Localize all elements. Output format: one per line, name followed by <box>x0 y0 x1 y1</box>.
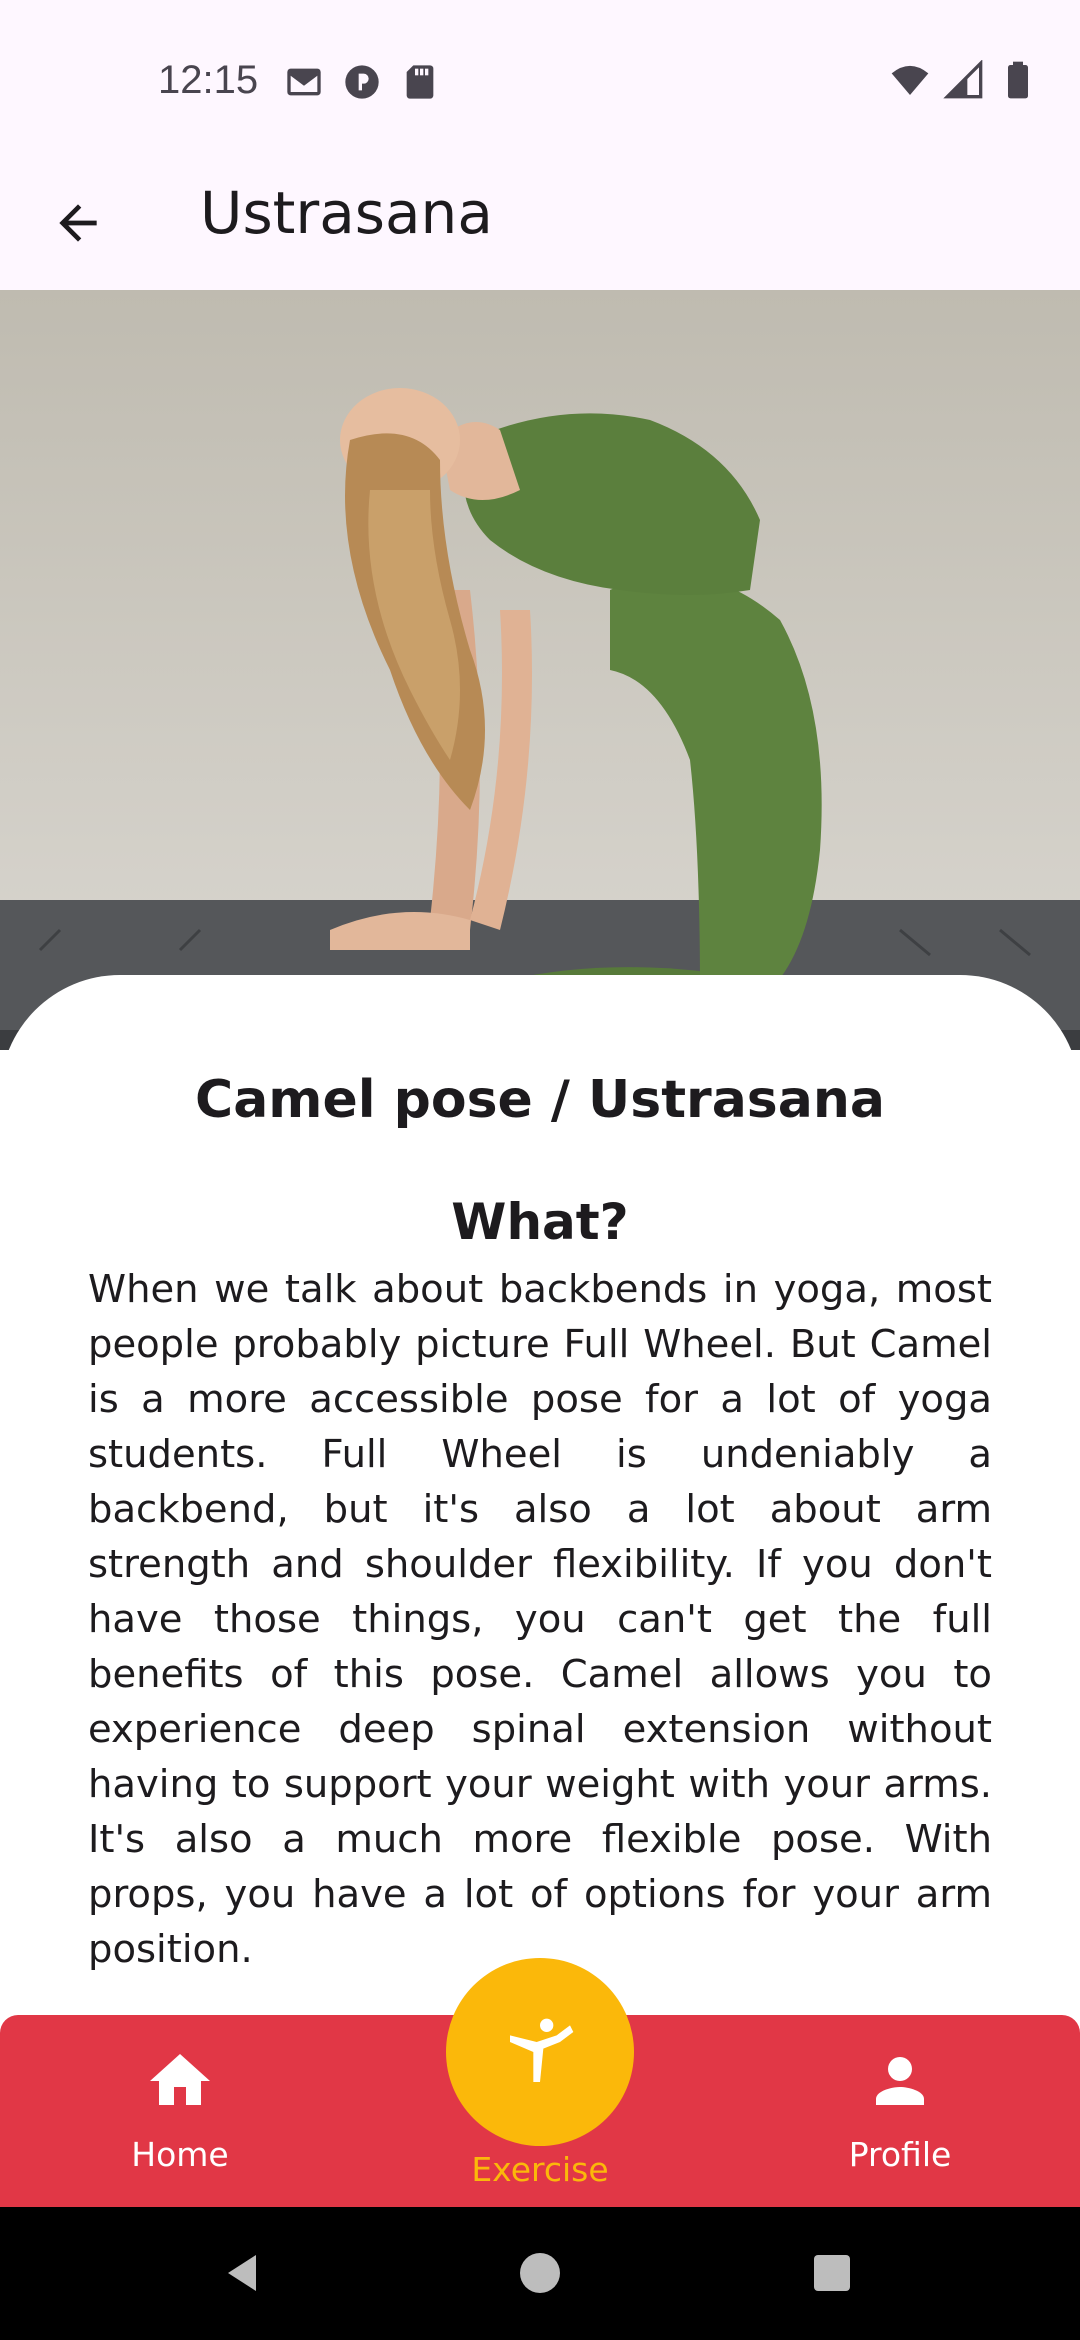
pose-description: When we talk about backbends in yoga, mo… <box>88 1267 992 1972</box>
sd-card-icon <box>406 65 434 99</box>
nav-label-profile: Profile <box>848 2135 952 2174</box>
system-navigation-bar <box>0 2207 1080 2340</box>
section-title: What? <box>451 1193 629 1251</box>
arrow-back-icon <box>59 204 97 242</box>
nav-label-home: Home <box>131 2135 229 2174</box>
nav-item-home[interactable]: Home <box>80 2045 280 2174</box>
battery-icon <box>1008 61 1028 99</box>
martial-arts-icon <box>510 2018 574 2082</box>
pose-title: Camel pose / Ustrasana <box>195 1070 885 1130</box>
back-button[interactable] <box>42 187 114 259</box>
podcast-icon <box>345 65 379 99</box>
recents-square-icon <box>814 2255 850 2291</box>
gmail-icon <box>287 68 321 96</box>
nav-item-profile[interactable]: Profile <box>800 2045 1000 2174</box>
system-recents-button[interactable] <box>800 2241 864 2305</box>
system-home-button[interactable] <box>508 2241 572 2305</box>
status-bar: 12:15 <box>0 0 1080 165</box>
page-title: Ustrasana <box>200 179 493 247</box>
signal-icon <box>943 60 983 99</box>
back-triangle-icon <box>228 2255 256 2291</box>
status-time: 12:15 <box>158 58 259 102</box>
home-icon <box>150 2054 210 2105</box>
top-app-bar: Ustrasana <box>0 165 1080 290</box>
person-icon <box>876 2057 924 2105</box>
wifi-icon <box>891 65 929 95</box>
pose-image <box>0 290 1080 1050</box>
system-back-button[interactable] <box>212 2241 276 2305</box>
home-circle-icon <box>520 2253 560 2293</box>
nav-item-exercise[interactable] <box>446 1958 634 2146</box>
nav-label-exercise: Exercise <box>471 2150 609 2189</box>
